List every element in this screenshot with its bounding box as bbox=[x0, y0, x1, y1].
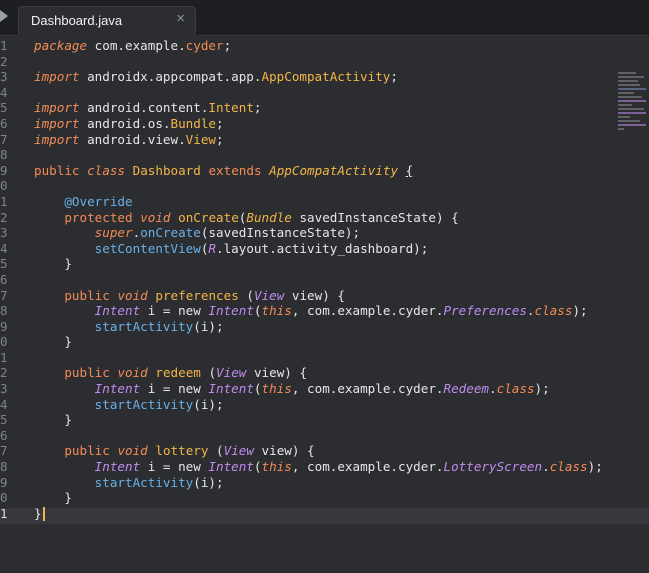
code-area[interactable]: package com.example.cyder; import androi… bbox=[34, 38, 603, 522]
line-number: 6 bbox=[0, 115, 8, 131]
line-number: 9 bbox=[0, 162, 8, 178]
line-number: 0 bbox=[0, 334, 8, 350]
code-line: import androidx.appcompat.app.AppCompatA… bbox=[34, 69, 398, 85]
line-number: 9 bbox=[0, 318, 8, 334]
tab-label: Dashboard.java bbox=[31, 13, 123, 28]
code-line: package com.example.cyder; bbox=[34, 38, 232, 53]
code-line: import android.view.View; bbox=[34, 131, 224, 147]
line-number: 7 bbox=[0, 131, 8, 147]
text-cursor bbox=[42, 507, 45, 522]
line-number: 8 bbox=[0, 147, 8, 163]
line-number: 1 bbox=[0, 349, 8, 365]
line-number: 5 bbox=[0, 412, 8, 428]
code-line: startActivity(i); bbox=[94, 396, 224, 412]
code-line: } bbox=[64, 334, 72, 350]
code-line: setContentView(R.layout.activity_dashboa… bbox=[94, 240, 429, 256]
minimap[interactable] bbox=[618, 72, 648, 134]
line-number: 3 bbox=[0, 225, 8, 241]
line-number: 4 bbox=[0, 396, 8, 412]
code-line: protected void onCreate(Bundle savedInst… bbox=[64, 209, 459, 225]
code-line: public class Dashboard extends AppCompat… bbox=[34, 162, 414, 178]
line-number: 4 bbox=[0, 84, 8, 100]
code-editor[interactable]: 1234567890123456789012345678901 package … bbox=[0, 34, 649, 573]
line-number: 1 bbox=[0, 193, 8, 209]
code-line: } bbox=[34, 506, 603, 522]
line-number: 5 bbox=[0, 100, 8, 116]
line-number: 4 bbox=[0, 240, 8, 256]
code-line: startActivity(i); bbox=[94, 474, 224, 490]
code-line: public void redeem (View view) { bbox=[64, 365, 308, 381]
line-number: 6 bbox=[0, 427, 8, 443]
line-number: 7 bbox=[0, 443, 8, 459]
play-icon[interactable] bbox=[0, 10, 8, 22]
code-line: import android.os.Bundle; bbox=[34, 115, 224, 131]
code-line: import android.content.Intent; bbox=[34, 100, 262, 116]
line-number: 7 bbox=[0, 287, 8, 303]
code-line: @Override bbox=[64, 193, 133, 209]
line-number: 0 bbox=[0, 490, 8, 506]
line-number: 2 bbox=[0, 365, 8, 381]
line-number: 3 bbox=[0, 381, 8, 397]
line-number: 0 bbox=[0, 178, 8, 194]
code-line: Intent i = new Intent(this, com.example.… bbox=[94, 459, 603, 475]
code-line: Intent i = new Intent(this, com.example.… bbox=[94, 381, 550, 397]
line-number-gutter: 1234567890123456789012345678901 bbox=[0, 38, 24, 521]
line-number: 3 bbox=[0, 69, 8, 85]
tab-dashboard-java[interactable]: Dashboard.java × bbox=[18, 6, 196, 34]
line-number: 1 bbox=[0, 505, 8, 521]
tab-bar: Dashboard.java × bbox=[0, 0, 649, 34]
close-icon[interactable]: × bbox=[176, 10, 185, 27]
code-line: startActivity(i); bbox=[94, 318, 224, 334]
code-line: } bbox=[64, 490, 72, 506]
code-line: } bbox=[64, 412, 72, 428]
code-line: public void preferences (View view) { bbox=[64, 287, 345, 303]
line-number: 9 bbox=[0, 474, 8, 490]
code-line: public void lottery (View view) { bbox=[64, 443, 315, 459]
code-line: } bbox=[64, 256, 72, 272]
line-number: 5 bbox=[0, 256, 8, 272]
line-number: 1 bbox=[0, 38, 8, 53]
line-number: 8 bbox=[0, 303, 8, 319]
line-number: 6 bbox=[0, 271, 8, 287]
line-number: 2 bbox=[0, 53, 8, 69]
line-number: 2 bbox=[0, 209, 8, 225]
code-line: Intent i = new Intent(this, com.example.… bbox=[94, 303, 588, 319]
code-line: super.onCreate(savedInstanceState); bbox=[94, 225, 361, 241]
line-number: 8 bbox=[0, 459, 8, 475]
